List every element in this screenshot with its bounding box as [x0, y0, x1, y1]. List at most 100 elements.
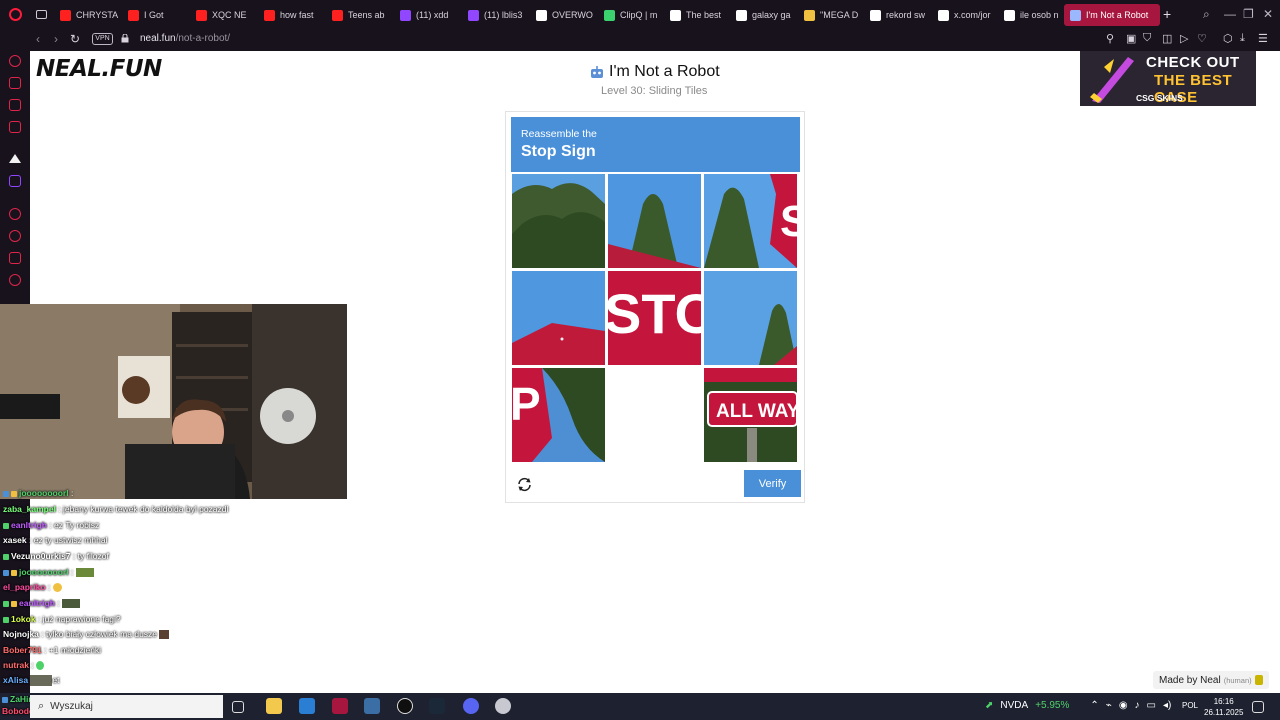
- browser-tab[interactable]: (11) xdd: [394, 4, 460, 26]
- back-icon[interactable]: ‹: [36, 32, 40, 46]
- shopping-bag-icon[interactable]: [9, 77, 21, 89]
- extension-puzzle-icon[interactable]: ⬡: [1223, 32, 1233, 45]
- download-icon[interactable]: ⤓: [1240, 32, 1245, 45]
- steam-icon[interactable]: [429, 698, 445, 714]
- pinboard-icon[interactable]: [9, 252, 21, 264]
- taskbar-search[interactable]: ⌕ Wyszukaj: [30, 695, 223, 718]
- made-by-badge[interactable]: Made by Neal (human): [1153, 671, 1269, 689]
- chat-user: joooooooorl: [19, 567, 69, 577]
- vpn-badge[interactable]: VPN: [92, 33, 113, 45]
- reload-icon[interactable]: ↻: [70, 32, 80, 46]
- whatsapp-icon[interactable]: [9, 121, 21, 133]
- pin-icon[interactable]: ⚲: [1106, 32, 1114, 45]
- browser-tab[interactable]: (11) lblis3: [462, 4, 528, 26]
- aria-icon[interactable]: [9, 55, 21, 67]
- history-icon[interactable]: [9, 230, 21, 242]
- forward-icon[interactable]: ›: [54, 32, 58, 46]
- tab-label: "MEGA D: [820, 10, 859, 20]
- puzzle-tile[interactable]: [512, 271, 605, 365]
- browser-tab-active[interactable]: I'm Not a Robot: [1064, 4, 1160, 26]
- task-view-icon[interactable]: [232, 701, 244, 713]
- site-logo[interactable]: NEAL.FUN: [36, 56, 162, 82]
- browser-tab[interactable]: I Got: [122, 4, 188, 26]
- easy-setup-icon[interactable]: ☰: [1258, 32, 1268, 45]
- puzzle-tile[interactable]: ALL WAY: [704, 368, 797, 462]
- browser-tab[interactable]: how fast: [258, 4, 324, 26]
- csgskins-ad-banner[interactable]: CHECK OUT THE BEST CASE CSG SKINS: [1080, 51, 1256, 106]
- chat-badge-icon: [3, 522, 9, 529]
- browser-tab[interactable]: XQC NE: [190, 4, 256, 26]
- refresh-icon[interactable]: [516, 476, 533, 493]
- chat-user: Bober791: [3, 645, 42, 655]
- heart-icon[interactable]: ♡: [1197, 32, 1207, 45]
- twitch-icon[interactable]: [9, 175, 21, 187]
- tab-label: The best: [686, 10, 722, 20]
- puzzle-tile[interactable]: P: [512, 368, 605, 462]
- windows-taskbar: ZaHir Bobodek ⌕ Wyszukaj ⬈ NVDA +5.95% ⌃…: [0, 693, 1280, 720]
- puzzle-tile[interactable]: S: [704, 174, 797, 268]
- workspace-icon[interactable]: [9, 154, 21, 163]
- tab-label: (11) xdd: [416, 10, 449, 20]
- flow-icon[interactable]: [9, 208, 21, 220]
- url-host: neal.fun: [140, 33, 176, 44]
- verify-button[interactable]: Verify: [744, 470, 801, 497]
- steam-tray-icon[interactable]: ◉: [1119, 700, 1128, 711]
- stock-change: +5.95%: [1035, 700, 1070, 711]
- maximize-icon[interactable]: ❐: [1243, 7, 1254, 21]
- robot-icon: [591, 65, 603, 78]
- network-icon[interactable]: ▭: [1147, 700, 1156, 711]
- language-indicator[interactable]: POL: [1182, 701, 1198, 710]
- tab-label: x.com/jor: [954, 10, 991, 20]
- browser-tab[interactable]: rekord sw: [864, 4, 930, 26]
- browser-tab[interactable]: ClipQ | m: [598, 4, 664, 26]
- player-icon[interactable]: ▷: [1180, 32, 1188, 45]
- browser-tab[interactable]: The best: [664, 4, 730, 26]
- url-field[interactable]: neal.fun/not-a-robot/: [140, 33, 230, 44]
- browser-tab[interactable]: "MEGA D: [798, 4, 864, 26]
- browser-tab[interactable]: CHRYSTA: [54, 4, 120, 26]
- tab-label: ClipQ | m: [620, 10, 658, 20]
- captcha-header: Reassemble the Stop Sign: [511, 117, 800, 172]
- close-window-icon[interactable]: ✕: [1263, 7, 1273, 21]
- opera-logo-icon[interactable]: [9, 8, 22, 21]
- browser-tab[interactable]: Teens ab: [326, 4, 392, 26]
- app-icon[interactable]: [495, 698, 511, 714]
- clock[interactable]: 16:16 26.11.2025: [1204, 696, 1243, 718]
- browser-tab[interactable]: galaxy ga: [730, 4, 796, 26]
- microphone-icon[interactable]: ♪: [1135, 700, 1140, 711]
- adblock-shield-icon[interactable]: ⛉: [1143, 32, 1151, 45]
- app-icon[interactable]: [364, 698, 380, 714]
- puzzle-tile[interactable]: [608, 174, 701, 268]
- snapshot-icon[interactable]: ◫: [1162, 32, 1172, 45]
- vscode-icon[interactable]: [299, 698, 315, 714]
- notifications-icon[interactable]: [1252, 701, 1264, 713]
- opera-taskbar-icon[interactable]: [332, 698, 348, 714]
- tab-label: Teens ab: [348, 10, 385, 20]
- ad-headline: CHECK OUT: [1146, 54, 1240, 71]
- tab-favicon-icon: [670, 9, 681, 21]
- captcha-target: Stop Sign: [521, 143, 596, 160]
- new-tab-button[interactable]: +: [1163, 6, 1171, 22]
- chat-message: Bober791 : +1 młodzieńki: [3, 645, 101, 655]
- browser-tab[interactable]: x.com/jor: [932, 4, 998, 26]
- obs-icon[interactable]: [397, 698, 413, 714]
- search-tabs-icon[interactable]: ⌕: [1203, 7, 1210, 22]
- minimize-icon[interactable]: —: [1224, 7, 1236, 21]
- discord-icon[interactable]: [463, 698, 479, 714]
- file-explorer-icon[interactable]: [266, 698, 282, 714]
- address-bar: ‹ › ↻ VPN neal.fun/not-a-robot/ ⚲ ▣ ⛉ ◫ …: [0, 29, 1280, 51]
- browser-tab[interactable]: ile osob n: [998, 4, 1062, 26]
- stock-name[interactable]: NVDA: [1000, 700, 1028, 711]
- messenger-icon[interactable]: [9, 99, 21, 111]
- tab-overview-icon[interactable]: [36, 10, 47, 19]
- extensions-icon[interactable]: ▣: [1126, 32, 1136, 45]
- tab-label: rekord sw: [886, 10, 926, 20]
- bluetooth-icon[interactable]: ⌁: [1106, 700, 1112, 711]
- settings-icon[interactable]: [9, 274, 21, 286]
- browser-tab[interactable]: OVERWO: [530, 4, 596, 26]
- puzzle-tile[interactable]: [512, 174, 605, 268]
- volume-icon[interactable]: ◂): [1163, 700, 1171, 711]
- puzzle-tile[interactable]: [704, 271, 797, 365]
- tray-chevron-icon[interactable]: ⌃: [1090, 700, 1098, 711]
- puzzle-tile[interactable]: STO: [608, 271, 701, 365]
